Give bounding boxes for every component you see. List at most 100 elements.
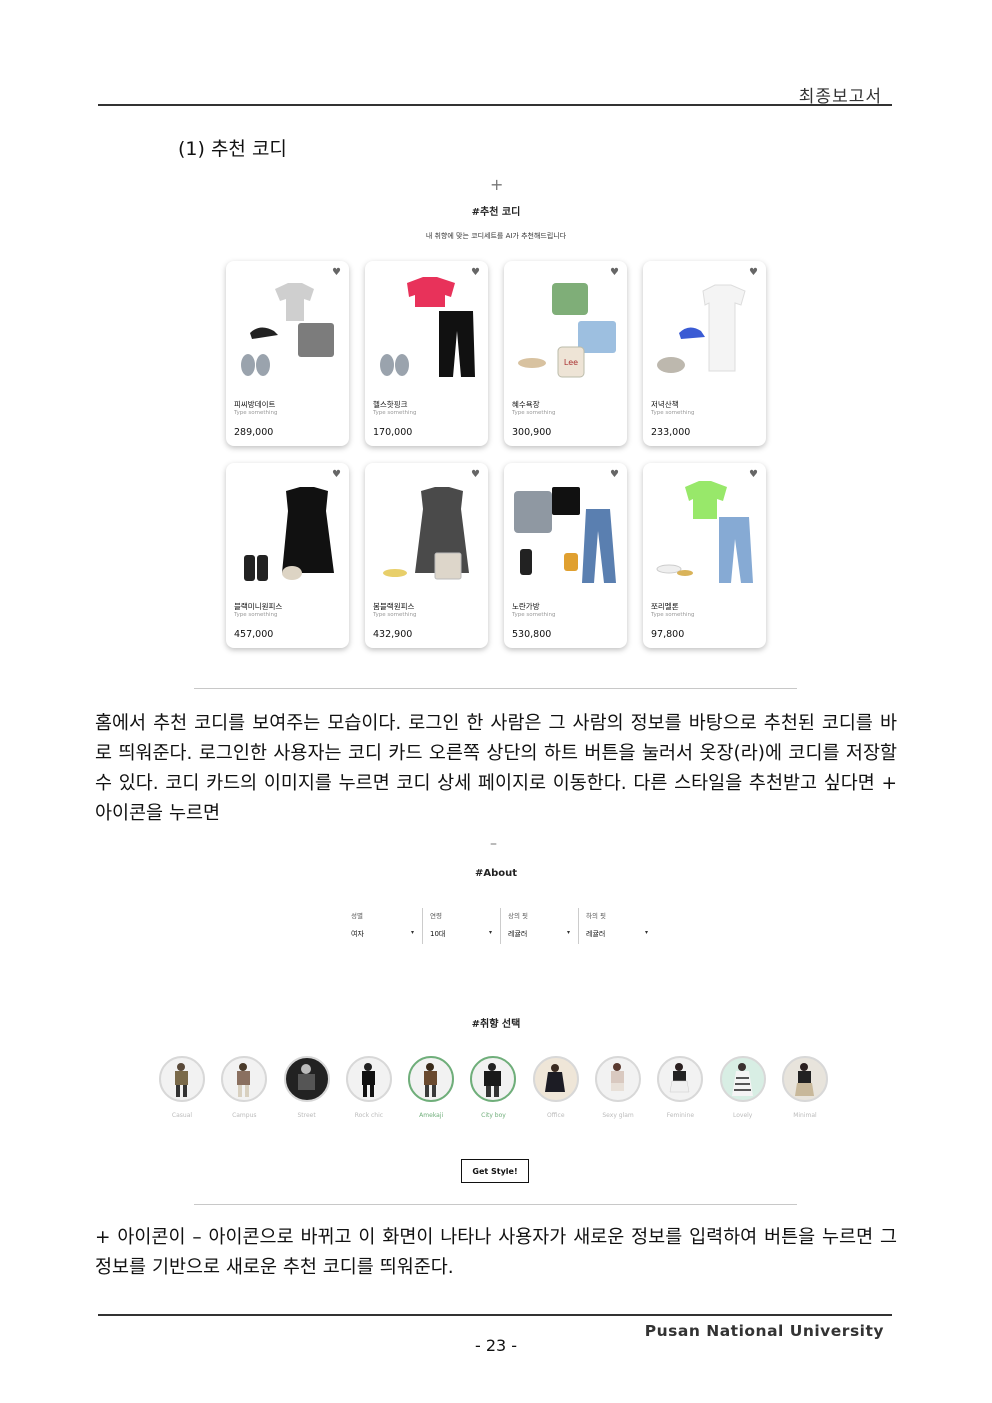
heart-icon[interactable]: ♥: [332, 469, 341, 480]
bottom-fit-select[interactable]: 하의 핏 레귤러 ▾: [578, 908, 656, 944]
card-type: Type something: [512, 410, 556, 416]
taste-title: #취향 선택: [471, 1019, 521, 1030]
style-photo[interactable]: [221, 1056, 268, 1102]
description-paragraph: + 아이콘이 – 아이콘으로 바뀌고 이 화면이 나타나 사용자가 새로운 정보…: [95, 1227, 897, 1278]
card-price: 170,000: [373, 427, 413, 438]
filter-value: 레귤러: [586, 930, 606, 938]
outfit-card[interactable]: Lee ♥ 혜수욕장 Type something 300,900: [504, 261, 627, 446]
style-label: City boy: [481, 1112, 506, 1119]
filter-label: 하의 핏: [586, 912, 607, 920]
card-name: 저녁산책: [651, 400, 679, 409]
style-option-office[interactable]: Office: [532, 1056, 579, 1126]
heart-icon[interactable]: ♥: [610, 267, 619, 278]
card-price: 457,000: [234, 629, 274, 640]
style-label: Office: [547, 1112, 565, 1119]
outfit-image[interactable]: Lee: [508, 267, 623, 393]
style-option-casual[interactable]: Casual: [159, 1056, 205, 1126]
page-number: - 23 -: [474, 1336, 518, 1355]
heart-icon[interactable]: ♥: [749, 267, 758, 278]
card-name: 혜수욕장: [512, 400, 540, 409]
heart-icon[interactable]: ♥: [471, 267, 480, 278]
card-price: 233,000: [651, 427, 691, 438]
style-photo[interactable]: [283, 1056, 330, 1102]
divider: [194, 1204, 797, 1205]
style-photo[interactable]: [345, 1056, 392, 1102]
card-price: 432,900: [373, 629, 413, 640]
card-type: Type something: [512, 612, 556, 618]
outfit-card[interactable]: ♥ 봄블랙원피스 Type something 432,900: [365, 463, 488, 648]
minus-icon[interactable]: –: [490, 836, 497, 852]
chevron-down-icon: ▾: [644, 929, 648, 936]
heart-icon[interactable]: ♥: [332, 267, 341, 278]
top-fit-select[interactable]: 상의 핏 레귤러 ▾: [500, 908, 578, 944]
card-type: Type something: [651, 410, 695, 416]
card-type: Type something: [373, 410, 417, 416]
style-label: Lovely: [732, 1112, 753, 1119]
card-type: Type something: [234, 410, 278, 416]
recommend-title: #추천 코디: [471, 207, 521, 218]
svg-text:Lee: Lee: [564, 358, 578, 367]
style-photo[interactable]: [408, 1056, 455, 1102]
style-option-street[interactable]: Street: [283, 1056, 330, 1126]
style-option-city-boy[interactable]: City boy: [470, 1056, 517, 1126]
card-name: 헬스핫핑크: [373, 400, 408, 409]
outfit-image[interactable]: [369, 267, 484, 393]
outfit-image[interactable]: [647, 469, 762, 595]
style-option-feminine[interactable]: Feminine: [657, 1056, 704, 1126]
outfit-image[interactable]: [230, 469, 345, 595]
card-name: 봄블랙원피스: [373, 602, 415, 611]
style-option-campus[interactable]: Campus: [221, 1056, 268, 1126]
outfit-image[interactable]: [647, 267, 762, 393]
outfit-card[interactable]: ♥ 저녁산책 Type something 233,000: [643, 261, 766, 446]
card-price: 289,000: [234, 427, 274, 438]
heart-icon[interactable]: ♥: [749, 469, 758, 480]
chevron-down-icon: ▾: [488, 929, 492, 936]
footer-rule: [98, 1314, 892, 1316]
outfit-card[interactable]: ♥ 블랙미니원피스 Type something 457,000: [226, 463, 349, 648]
style-label: Amekaji: [419, 1112, 444, 1119]
outfit-card[interactable]: ♥ 피씨방데이트 Type something 289,000: [226, 261, 349, 446]
outfit-card[interactable]: ♥ 쪼리멜론 Type something 97,800: [643, 463, 766, 648]
style-label: Campus: [232, 1112, 257, 1119]
card-type: Type something: [651, 612, 695, 618]
heart-icon[interactable]: ♥: [610, 469, 619, 480]
style-photo[interactable]: [532, 1056, 579, 1102]
style-option-sexy-glam[interactable]: Sexy glam: [595, 1056, 642, 1126]
filter-label: 상의 핏: [508, 912, 529, 920]
recommend-subtitle: 내 취향에 맞는 코디세트를 AI가 추천해드립니다: [425, 232, 567, 240]
filter-value: 10대: [430, 930, 446, 938]
card-price: 530,800: [512, 629, 552, 640]
outfit-image[interactable]: [230, 267, 345, 393]
card-name: 쪼리멜론: [651, 602, 679, 611]
style-label: Casual: [171, 1112, 193, 1119]
card-name: 블랙미니원피스: [234, 602, 283, 611]
style-option-rock-chic[interactable]: Rock chic: [345, 1056, 392, 1126]
get-style-button[interactable]: Get Style!: [461, 1159, 529, 1183]
style-label: Sexy glam: [602, 1112, 634, 1119]
style-label: Feminine: [666, 1112, 695, 1119]
style-option-minimal[interactable]: Minimal: [781, 1056, 828, 1126]
style-label: Street: [297, 1112, 316, 1119]
filter-value: 레귤러: [508, 930, 528, 938]
style-photo[interactable]: [470, 1056, 517, 1102]
outfit-card[interactable]: ♥ 헬스핫핑크 Type something 170,000: [365, 261, 488, 446]
about-title: #About: [474, 868, 518, 879]
outfit-card[interactable]: ♥ 노란가방 Type something 530,800: [504, 463, 627, 648]
gender-select[interactable]: 성별 여자 ▾: [344, 908, 422, 944]
card-name: 노란가방: [512, 602, 540, 611]
age-select[interactable]: 연령 10대 ▾: [422, 908, 500, 944]
heart-icon[interactable]: ♥: [471, 469, 480, 480]
style-photo[interactable]: [657, 1056, 704, 1102]
chevron-down-icon: ▾: [410, 929, 414, 936]
style-photo[interactable]: [781, 1056, 828, 1102]
style-photo[interactable]: [595, 1056, 642, 1102]
style-option-lovely[interactable]: Lovely: [719, 1056, 766, 1126]
about-filters: 성별 여자 ▾ 연령 10대 ▾ 상의 핏 레귤러 ▾ 하의 핏 레귤러 ▾: [344, 908, 656, 944]
style-option-amekaji[interactable]: Amekaji: [408, 1056, 455, 1126]
outfit-image[interactable]: [369, 469, 484, 595]
filter-value: 여자: [351, 930, 364, 938]
style-photo[interactable]: [719, 1056, 766, 1102]
outfit-image[interactable]: [508, 469, 623, 595]
plus-icon[interactable]: +: [490, 175, 503, 194]
style-photo[interactable]: [159, 1056, 205, 1102]
